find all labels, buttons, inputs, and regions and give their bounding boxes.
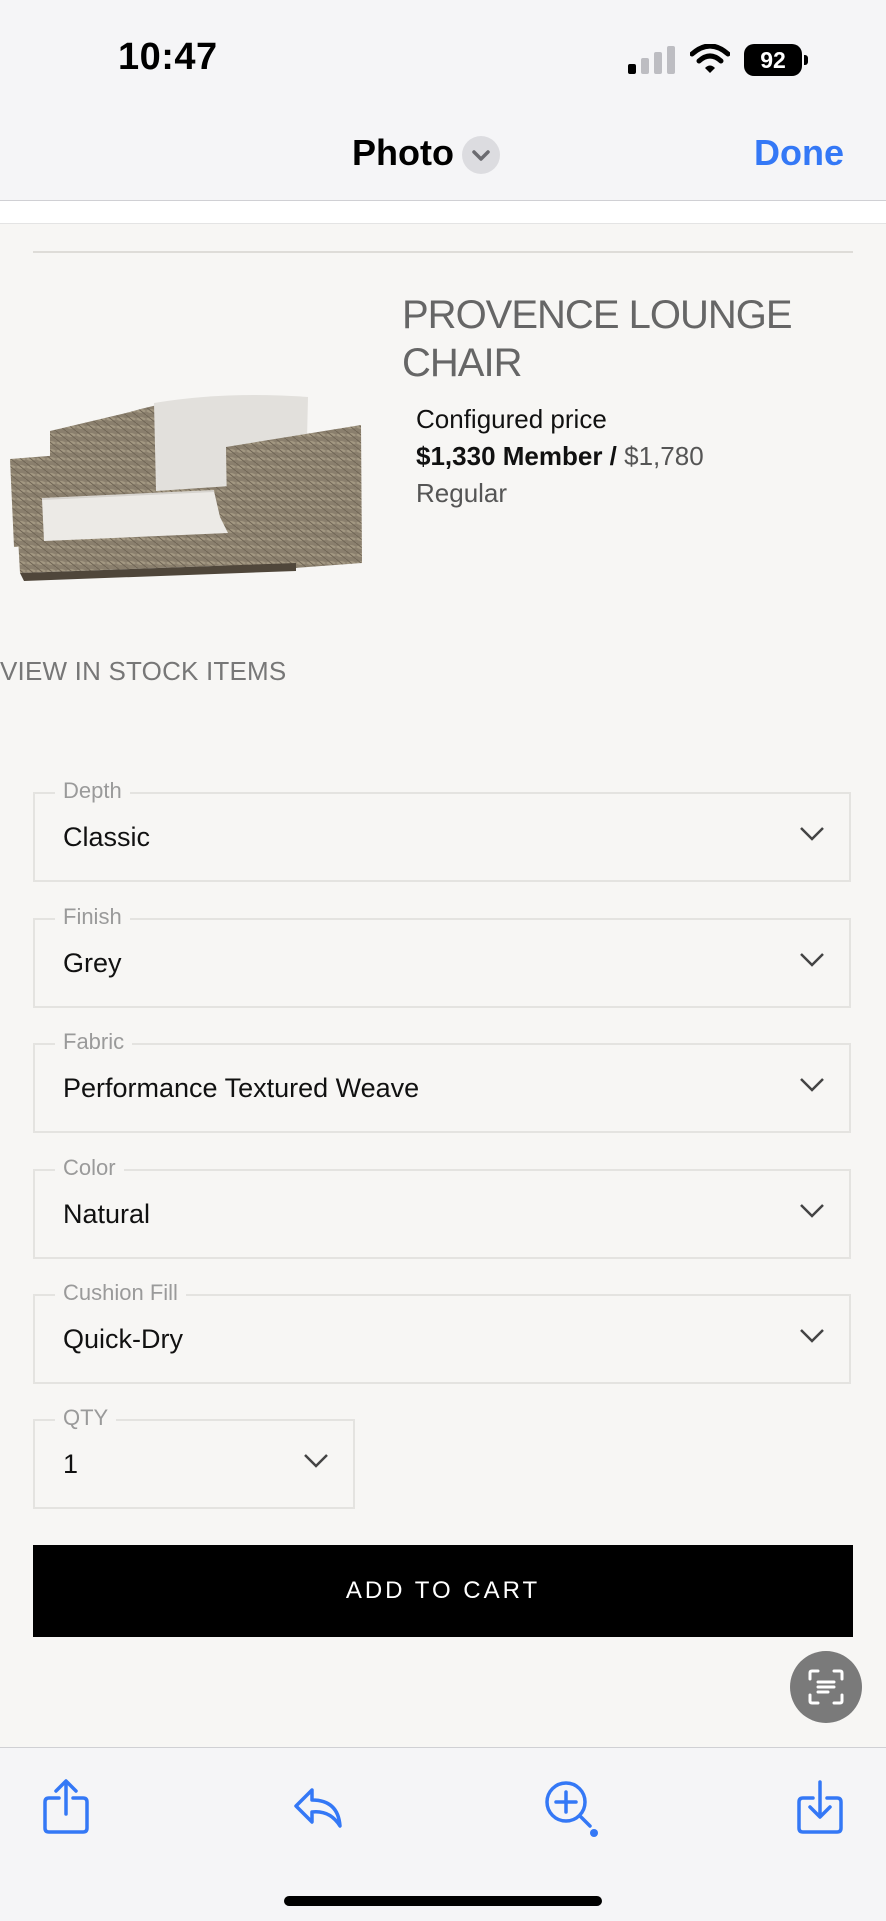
regular-price: $1,780 xyxy=(624,441,704,471)
field-value: Performance Textured Weave xyxy=(63,1073,420,1103)
home-indicator xyxy=(284,1896,602,1906)
divider xyxy=(33,251,853,253)
depth-select[interactable]: Depth Classic xyxy=(33,778,851,882)
finish-select[interactable]: Finish Grey xyxy=(33,904,851,1008)
add-to-cart-button[interactable]: ADD TO CART xyxy=(33,1545,853,1637)
signal-icon xyxy=(628,46,675,74)
field-label: Depth xyxy=(55,778,130,804)
reply-icon[interactable] xyxy=(290,1778,346,1834)
field-value: Grey xyxy=(63,948,122,978)
photo-content: PROVENCE LOUNGE CHAIR Configured price $… xyxy=(0,201,886,1747)
field-label: QTY xyxy=(55,1405,117,1431)
field-label: Cushion Fill xyxy=(55,1280,186,1306)
nav-title[interactable]: Photo xyxy=(352,132,454,174)
cushion-fill-select[interactable]: Cushion Fill Quick-Dry xyxy=(33,1280,851,1384)
chevron-down-icon xyxy=(800,1078,824,1092)
status-time: 10:47 xyxy=(118,36,218,78)
field-value: Natural xyxy=(63,1199,151,1229)
share-icon[interactable] xyxy=(41,1778,91,1834)
price-block: Configured price $1,330 Member / $1,780 … xyxy=(416,401,836,512)
chevron-down-icon xyxy=(800,827,824,841)
top-strip xyxy=(0,201,886,224)
live-text-button[interactable] xyxy=(790,1651,862,1723)
chevron-down-icon[interactable] xyxy=(462,136,500,174)
done-button[interactable]: Done xyxy=(754,132,844,174)
product-title: PROVENCE LOUNGE CHAIR xyxy=(402,293,793,385)
fabric-select[interactable]: Fabric Performance Textured Weave xyxy=(33,1029,851,1133)
wifi-icon xyxy=(690,44,730,73)
field-label: Fabric xyxy=(55,1029,133,1055)
regular-label: Regular xyxy=(416,478,508,508)
qty-select[interactable]: QTY 1 xyxy=(33,1405,355,1509)
member-price: $1,330 Member / xyxy=(416,441,617,471)
price-label: Configured price xyxy=(416,404,607,434)
text-scan-icon xyxy=(808,1669,844,1705)
field-value: Classic xyxy=(63,822,151,852)
color-select[interactable]: Color Natural xyxy=(33,1155,851,1259)
product-image xyxy=(10,395,362,581)
chevron-down-icon xyxy=(304,1454,328,1468)
nav-bar: Photo Done xyxy=(0,100,886,201)
chevron-down-icon xyxy=(800,1204,824,1218)
zoom-in-icon[interactable] xyxy=(542,1778,602,1840)
battery-level: 92 xyxy=(744,44,802,76)
field-value: Quick-Dry xyxy=(63,1324,183,1354)
view-in-stock-link[interactable]: VIEW IN STOCK ITEMS xyxy=(0,656,286,687)
chevron-down-icon xyxy=(800,1329,824,1343)
status-bar: 10:47 92 xyxy=(0,0,886,100)
field-label: Color xyxy=(55,1155,124,1181)
field-value: 1 xyxy=(63,1449,79,1479)
field-label: Finish xyxy=(55,904,130,930)
download-icon[interactable] xyxy=(795,1778,845,1834)
bottom-toolbar xyxy=(0,1747,886,1921)
battery-icon: 92 xyxy=(744,44,808,76)
chevron-down-icon xyxy=(800,953,824,967)
